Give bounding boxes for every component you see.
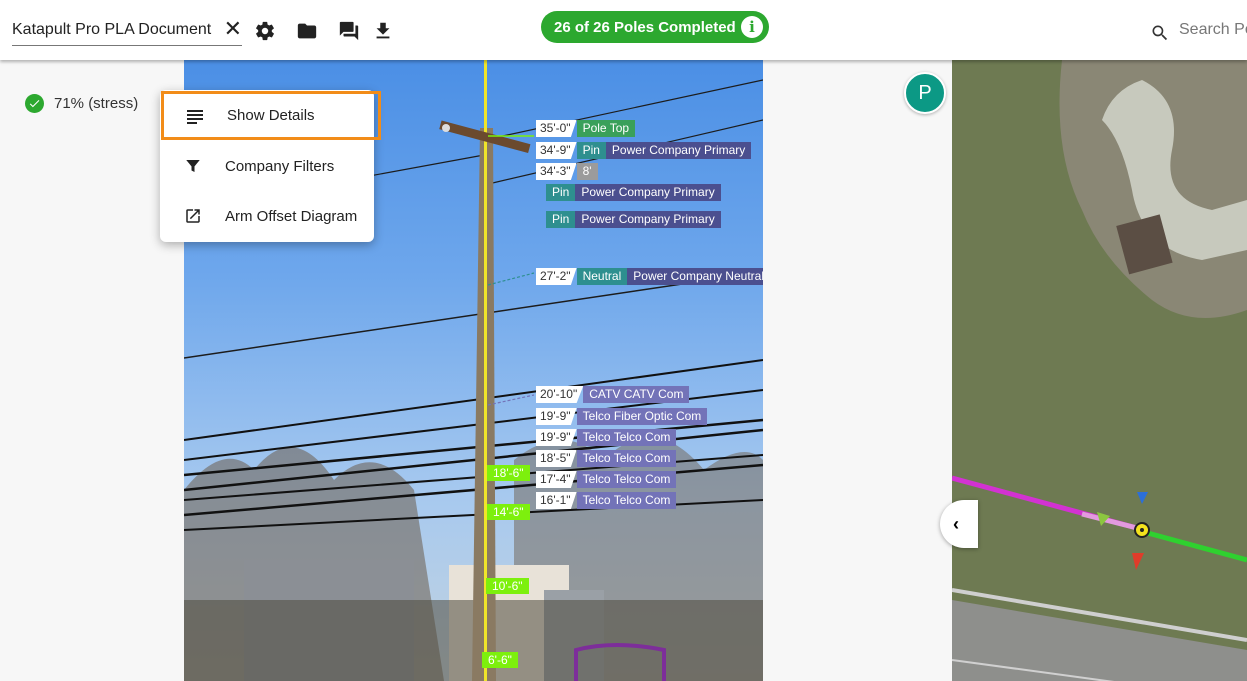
height-marker[interactable]: 18'-6" (487, 465, 530, 481)
attachment-type: Telco Telco Com (576, 492, 677, 509)
close-icon[interactable]: ✕ (224, 19, 242, 41)
chat-icon[interactable] (336, 18, 362, 44)
attachment-height: 34'-3" (536, 163, 577, 180)
avatar[interactable]: P (904, 72, 946, 114)
attachment-tag[interactable]: Pin Power Company Primary (546, 184, 721, 201)
notes-icon (162, 108, 227, 124)
document-title-field[interactable]: Katapult Pro PLA Document ✕ (12, 19, 242, 46)
menu-item-arm-offset-diagram[interactable]: Arm Offset Diagram (160, 192, 374, 240)
menu-item-company-filters[interactable]: Company Filters (160, 142, 374, 190)
attachment-type: Telco Telco Com (576, 450, 677, 467)
attachment-height: 19'-9" (536, 408, 577, 425)
height-marker[interactable]: 10'-6" (486, 578, 529, 594)
attachment-tag[interactable]: 27'-2" Neutral Power Company Neutral (536, 268, 763, 285)
attachment-height: 16'-1" (536, 492, 577, 509)
attachment-company: Power Company Primary (575, 211, 721, 228)
attachment-type: CATV CATV Com (583, 386, 690, 403)
filter-icon (160, 157, 225, 175)
attachment-height: 27'-2" (536, 268, 577, 285)
attachment-tag[interactable]: 18'-5" Telco Telco Com (536, 450, 677, 467)
photo-options-menu: Show Details Company Filters Arm Offset … (160, 90, 381, 242)
attachment-height: 35'-0" (536, 120, 577, 137)
settings-icon[interactable] (252, 18, 278, 44)
satellite-map[interactable] (952, 60, 1247, 681)
attachment-company: Power Company Primary (605, 142, 752, 159)
stress-status: 71% (stress) (25, 90, 138, 116)
menu-item-show-details[interactable]: Show Details (161, 91, 381, 140)
info-icon[interactable]: i (741, 16, 763, 38)
attachment-tag[interactable]: 34'-3" 8' (536, 163, 598, 180)
collapse-map-button[interactable]: ‹ (940, 500, 978, 548)
attachment-tag[interactable]: 35'-0" Pole Top (536, 120, 636, 137)
height-marker[interactable]: 14'-6" (487, 504, 530, 520)
attachment-height: 34'-9" (536, 142, 577, 159)
poles-completed-text: 26 of 26 Poles Completed (554, 18, 736, 36)
map-scene (952, 60, 1247, 681)
attachment-type: Telco Fiber Optic Com (576, 408, 708, 425)
attachment-height: 18'-5" (536, 450, 577, 467)
toolbar: Katapult Pro PLA Document ✕ 26 of 26 Pol… (0, 0, 1247, 60)
stress-status-text: 71% (stress) (54, 94, 139, 112)
menu-item-label: Company Filters (225, 157, 335, 175)
menu-item-label: Arm Offset Diagram (225, 207, 358, 225)
folder-icon[interactable] (294, 18, 320, 44)
document-title: Katapult Pro PLA Document (12, 21, 212, 38)
attachment-tag[interactable]: 17'-4" Telco Telco Com (536, 471, 677, 488)
attachment-company: Power Company Neutral (627, 268, 763, 285)
attachment-height: 20'-10" (536, 386, 584, 403)
download-icon[interactable] (370, 18, 396, 44)
poles-completed-badge[interactable]: 26 of 26 Poles Completed i (541, 11, 769, 43)
attachment-tag[interactable]: Pin Power Company Primary (546, 211, 721, 228)
attachment-tag[interactable]: 19'-9" Telco Fiber Optic Com (536, 408, 708, 425)
attachment-tag[interactable]: 19'-9" Telco Telco Com (536, 429, 677, 446)
check-circle-icon (25, 93, 44, 113)
attachment-type: Pin (546, 184, 576, 201)
attachment-company: Power Company Primary (575, 184, 721, 201)
attachment-tag[interactable]: 20'-10" CATV CATV Com (536, 386, 690, 403)
attachment-type: Pin (546, 211, 576, 228)
attachment-type: Telco Telco Com (576, 471, 677, 488)
attachment-type: Pole Top (576, 120, 636, 137)
attachment-tag[interactable]: 16'-1" Telco Telco Com (536, 492, 677, 509)
attachment-height: 19'-9" (536, 429, 577, 446)
attachment-tag[interactable]: 34'-9" Pin Power Company Primary (536, 142, 752, 159)
attachment-height: 17'-4" (536, 471, 577, 488)
attachment-type: Telco Telco Com (576, 429, 677, 446)
open-external-icon (160, 207, 225, 225)
menu-item-label: Show Details (227, 107, 315, 124)
height-marker[interactable]: 6'-6" (482, 652, 518, 668)
attachment-type: Pin (576, 142, 606, 159)
attachment-type: 8' (576, 163, 598, 180)
search-input[interactable]: Search Poles (1179, 21, 1247, 39)
attachment-type: Neutral (576, 268, 628, 285)
search-icon (1152, 25, 1168, 41)
